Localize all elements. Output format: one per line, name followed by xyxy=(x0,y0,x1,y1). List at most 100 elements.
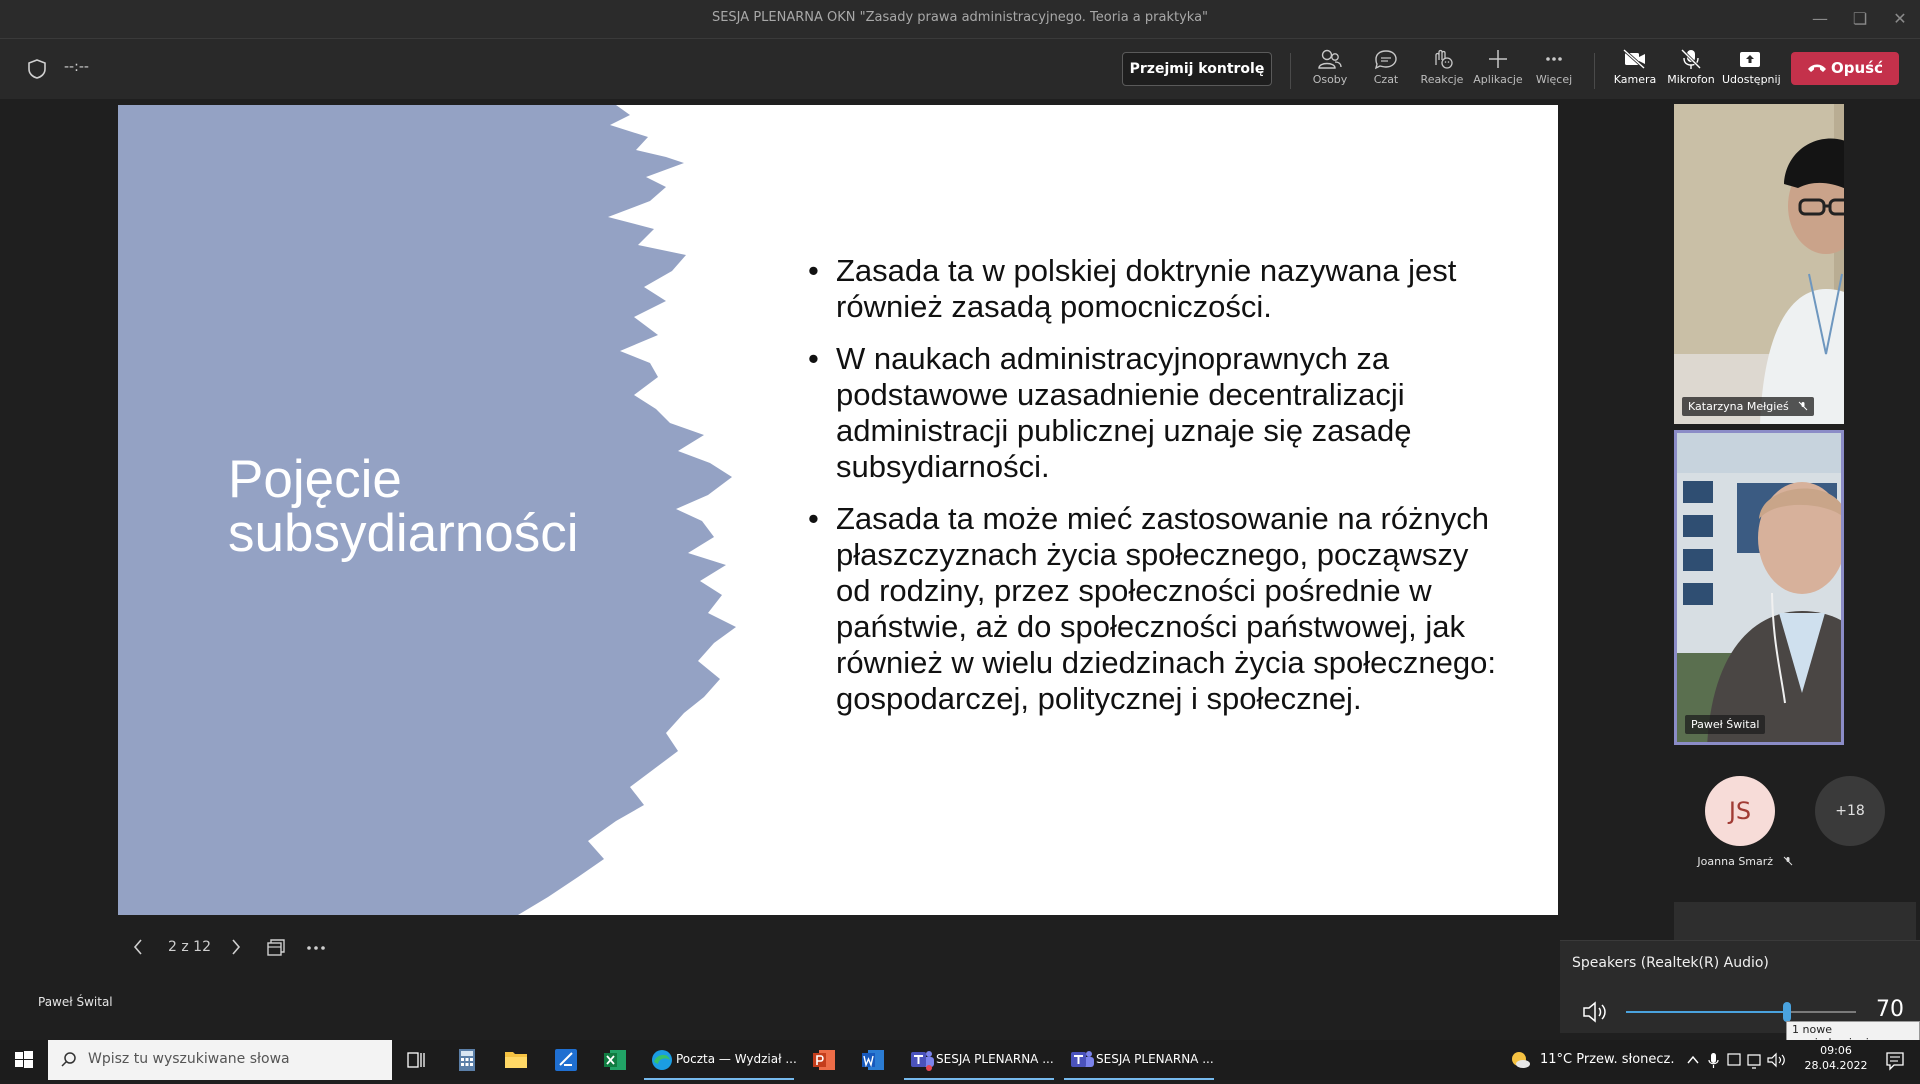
audio-device-name[interactable]: Speakers (Realtek(R) Audio) xyxy=(1572,955,1769,971)
reactions-icon xyxy=(1435,49,1453,69)
notifications-button[interactable] xyxy=(1878,1040,1912,1080)
volume-value: 70 xyxy=(1876,997,1904,1022)
restore-icon[interactable]: ❏ xyxy=(1848,7,1872,31)
clock-date: 28.04.2022 xyxy=(1804,1059,1868,1072)
mic-off-icon xyxy=(1680,48,1702,70)
more-label: Więcej xyxy=(1535,73,1573,86)
participant-tile-placeholder xyxy=(1674,902,1916,942)
teams-window-1[interactable]: SESJA PLENARNA ... xyxy=(904,1040,1054,1080)
apps-label: Aplikacje xyxy=(1473,73,1523,86)
reactions-button[interactable]: Reakcje xyxy=(1414,47,1470,95)
shared-slide: Pojęcie subsydiarności Zasada ta w polsk… xyxy=(118,105,1558,915)
calculator-app[interactable] xyxy=(454,1040,480,1080)
slide-more-button[interactable] xyxy=(305,937,327,963)
share-button[interactable]: Udostępnij xyxy=(1722,47,1781,95)
clock[interactable]: 09:06 28.04.2022 xyxy=(1800,1040,1872,1080)
participant-name-tag: Paweł Śwital xyxy=(1685,715,1766,734)
teams-icon xyxy=(1071,1051,1094,1067)
participant-name: Paweł Śwital xyxy=(1691,718,1760,731)
presenter-name: Paweł Śwital xyxy=(38,995,113,1009)
volume-slider[interactable] xyxy=(1626,1002,1856,1022)
leave-label: Opuść xyxy=(1831,59,1883,77)
more-button[interactable]: Więcej xyxy=(1526,47,1582,95)
windows-logo-icon xyxy=(15,1051,33,1068)
participant-avatar-name: Joanna Smarż xyxy=(1690,855,1800,868)
slide-title: Pojęcie subsydiarności xyxy=(228,453,579,561)
mic-button[interactable]: Mikrofon xyxy=(1663,47,1719,95)
taskbar-search-box[interactable]: Wpisz tu wyszukiwane słowa xyxy=(48,1040,392,1080)
volume-slider-thumb[interactable] xyxy=(1783,1002,1791,1022)
volume-icon xyxy=(1767,1052,1785,1068)
word-app[interactable] xyxy=(859,1040,887,1080)
powerpoint-icon xyxy=(813,1050,835,1070)
next-slide-button[interactable] xyxy=(228,936,244,962)
share-tray-icon xyxy=(1740,52,1760,67)
slide-title-line2: subsydiarności xyxy=(228,504,579,563)
chevron-up-icon xyxy=(1687,1055,1699,1064)
chevron-left-icon xyxy=(133,939,142,955)
remote-desktop-app[interactable] xyxy=(552,1040,580,1080)
powerpoint-app[interactable] xyxy=(810,1040,838,1080)
slide-grid-button[interactable] xyxy=(266,937,286,963)
people-label: Osoby xyxy=(1312,73,1348,86)
start-button[interactable] xyxy=(12,1040,48,1080)
mic-label: Mikrofon xyxy=(1667,73,1715,86)
speaker-icon[interactable] xyxy=(1580,999,1610,1025)
participant-video-frame xyxy=(1677,433,1841,742)
security-icon xyxy=(1727,1053,1741,1066)
participant-avatar[interactable]: JS xyxy=(1705,776,1775,846)
search-icon xyxy=(61,1052,76,1067)
weather-widget[interactable]: 11°C Przew. słonecz. xyxy=(1508,1040,1698,1080)
camera-button[interactable]: Kamera xyxy=(1607,47,1663,95)
leave-button[interactable]: Opuść xyxy=(1791,52,1899,85)
participant-video[interactable]: Katarzyna Mełgieś xyxy=(1674,104,1844,424)
apps-button[interactable]: Aplikacje xyxy=(1470,47,1526,95)
excel-icon xyxy=(604,1050,626,1070)
meeting-toolbar: --:-- Przejmij kontrolę Osoby Czat Reakc… xyxy=(0,39,1920,99)
edge-icon xyxy=(652,1050,672,1070)
chevron-right-icon xyxy=(232,939,241,955)
edge-mail-app[interactable]: Poczta — Wydział ... xyxy=(644,1040,797,1080)
teams-window-2[interactable]: SESJA PLENARNA ... xyxy=(1064,1040,1214,1080)
notification-center-icon xyxy=(1886,1052,1904,1071)
mic-muted-icon xyxy=(1798,401,1808,411)
participant-name-tag: Katarzyna Mełgieś xyxy=(1682,397,1815,416)
meeting-timer: --:-- xyxy=(64,59,89,75)
teams-icon xyxy=(911,1051,934,1071)
active-speaker-video[interactable]: Paweł Śwital xyxy=(1674,430,1844,745)
more-participants-button[interactable]: +18 xyxy=(1815,776,1885,846)
windows-taskbar: Wpisz tu wyszukiwane słowa Poczta — Wydz… xyxy=(0,1040,1920,1080)
shield-icon xyxy=(28,59,46,79)
prev-slide-button[interactable] xyxy=(130,936,146,962)
ellipsis-icon xyxy=(1546,57,1562,61)
edge-mail-label: Poczta — Wydział ... xyxy=(676,1052,797,1066)
clock-time: 09:06 xyxy=(1820,1044,1852,1057)
chat-label: Czat xyxy=(1373,73,1399,86)
slide-bullet: Zasada ta w polskiej doktrynie nazywana … xyxy=(808,253,1508,325)
task-view-button[interactable] xyxy=(404,1040,428,1080)
participant-name: Joanna Smarż xyxy=(1697,855,1774,868)
system-tray-icons[interactable] xyxy=(1684,1040,1794,1080)
calculator-icon xyxy=(459,1049,475,1071)
toolbar-divider xyxy=(1594,53,1595,89)
chat-icon xyxy=(1374,50,1397,70)
people-icon xyxy=(1318,49,1342,69)
slide-title-line1: Pojęcie xyxy=(228,450,402,509)
excel-app[interactable] xyxy=(601,1040,629,1080)
slide-bullet-list: Zasada ta w polskiej doktrynie nazywana … xyxy=(808,253,1508,733)
people-button[interactable]: Osoby xyxy=(1302,47,1358,95)
file-explorer-app[interactable] xyxy=(502,1040,530,1080)
volume-slider-fill xyxy=(1626,1011,1787,1013)
minimize-icon[interactable]: — xyxy=(1808,7,1832,31)
participant-name: Katarzyna Mełgieś xyxy=(1688,400,1789,413)
slide-bullet: Zasada ta może mieć zastosowanie na różn… xyxy=(808,501,1508,717)
close-icon[interactable]: ✕ xyxy=(1888,7,1912,31)
participant-video-frame xyxy=(1674,104,1844,424)
window-title: SESJA PLENARNA OKN "Zasady prawa adminis… xyxy=(711,10,1209,25)
task-view-icon xyxy=(407,1052,425,1068)
reactions-label: Reakcje xyxy=(1420,73,1464,86)
slides-overview-icon xyxy=(267,939,285,956)
take-control-button[interactable]: Przejmij kontrolę xyxy=(1122,52,1272,86)
search-placeholder: Wpisz tu wyszukiwane słowa xyxy=(88,1051,290,1067)
chat-button[interactable]: Czat xyxy=(1358,47,1414,95)
